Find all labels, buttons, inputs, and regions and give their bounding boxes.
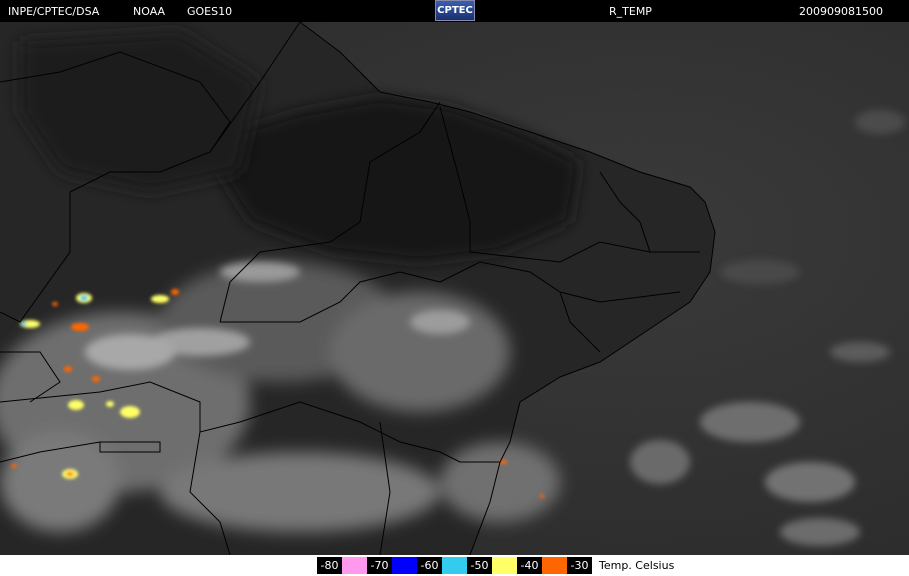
convective-cell <box>71 323 89 331</box>
legend-swatch <box>342 557 367 574</box>
legend-label: -60 <box>417 557 442 574</box>
cptec-logo: CPTEC <box>435 0 475 21</box>
convective-cell <box>171 289 179 295</box>
convective-cell <box>106 401 114 407</box>
source-label: INPE/CPTEC/DSA <box>8 5 100 18</box>
ocean-cloud <box>855 110 905 134</box>
convective-cell <box>151 295 169 303</box>
cloud-field <box>85 334 175 370</box>
convective-cell <box>11 464 17 468</box>
legend-swatch <box>442 557 467 574</box>
satellite-image <box>0 22 909 555</box>
legend-bar: -80 -70 -60 -50 -40 -30 Temp. Celsius <box>0 555 909 576</box>
ocean-cloud <box>780 518 860 546</box>
convective-cell <box>66 472 74 476</box>
convective-cell <box>64 366 72 372</box>
convective-cell <box>540 494 544 498</box>
legend-swatch <box>492 557 517 574</box>
satellite-label: GOES10 <box>187 5 233 18</box>
header-bar: INPE/CPTEC/DSA NOAA GOES10 CPTEC R_TEMP … <box>0 0 909 22</box>
cloud-field <box>330 292 510 412</box>
product-label: R_TEMP <box>609 5 652 18</box>
satellite-map <box>0 22 909 555</box>
ocean-cloud <box>700 402 800 442</box>
legend-label: -70 <box>367 557 392 574</box>
convective-cell <box>68 400 84 410</box>
convective-cell <box>52 302 58 306</box>
legend-swatch <box>542 557 567 574</box>
ocean-cloud <box>630 440 690 484</box>
cloud-field <box>410 310 470 334</box>
legend-unit: Temp. Celsius <box>599 559 675 572</box>
timestamp-label: 200909081500 <box>799 5 883 18</box>
legend-label: -40 <box>517 557 542 574</box>
cloud-field <box>220 262 300 282</box>
convective-cell <box>120 406 140 418</box>
cloud-field <box>160 452 440 532</box>
ocean-cloud <box>830 342 890 362</box>
legend-label: -30 <box>567 557 592 574</box>
convective-cell <box>80 295 88 301</box>
legend-label: -50 <box>467 557 492 574</box>
legend-label: -80 <box>317 557 342 574</box>
convective-cell <box>92 376 100 382</box>
convective-cell <box>21 322 27 326</box>
agency-label: NOAA <box>133 5 166 18</box>
legend-swatch <box>392 557 417 574</box>
temperature-legend: -80 -70 -60 -50 -40 -30 Temp. Celsius <box>317 557 674 574</box>
cloud-field <box>440 442 560 522</box>
ocean-cloud <box>720 260 800 284</box>
cloud-field <box>0 432 120 532</box>
ocean-cloud <box>765 462 855 502</box>
